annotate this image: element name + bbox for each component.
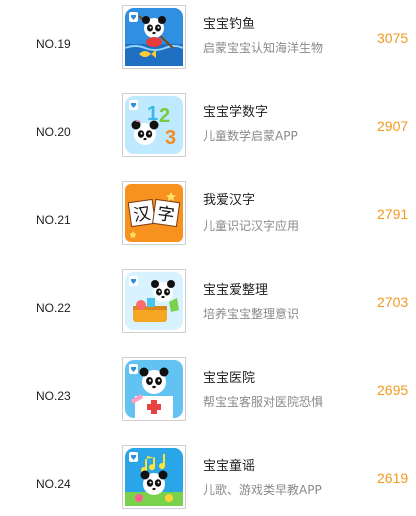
score-value: 2703: [377, 294, 409, 310]
app-title[interactable]: 宝宝医院: [203, 367, 255, 386]
app-ranking-list: NO.19 宝宝钓鱼 启蒙宝宝认知海洋生物 3075 NO.20 1 2 3 宝…: [0, 0, 416, 516]
rank-label: NO.19: [36, 37, 71, 51]
rank-label: NO.21: [36, 213, 71, 227]
list-item[interactable]: NO.23 宝宝医院 帮宝宝客服对医院恐惧 2695: [0, 352, 416, 440]
icon-character-2: 字: [156, 204, 176, 226]
list-item[interactable]: NO.22 宝宝爱整理 培养宝宝整理意识 2703: [0, 264, 416, 352]
list-item[interactable]: NO.21 汉 字 我爱汉字 儿童识记汉字应用 2791: [0, 176, 416, 264]
rank-label: NO.23: [36, 389, 71, 403]
rank-label: NO.24: [36, 477, 71, 491]
panda-hospital-icon[interactable]: [122, 357, 186, 421]
panda-numbers-icon[interactable]: 1 2 3: [122, 93, 186, 157]
app-title[interactable]: 宝宝爱整理: [203, 279, 268, 298]
score-value: 2695: [377, 382, 409, 398]
app-description: 儿童识记汉字应用: [203, 219, 300, 233]
score-value: 2907: [377, 118, 409, 134]
score-value: 2791: [377, 206, 409, 222]
panda-music-icon[interactable]: [122, 445, 186, 509]
app-description: 启蒙宝宝认知海洋生物: [203, 41, 324, 55]
panda-fishing-icon[interactable]: [122, 5, 186, 69]
svg-text:2: 2: [159, 105, 170, 127]
list-item[interactable]: NO.24 宝宝童谣 儿歌、游戏类早教APP 2619: [0, 440, 416, 516]
chinese-characters-icon[interactable]: 汉 字: [122, 181, 186, 245]
app-title[interactable]: 宝宝钓鱼: [203, 13, 255, 32]
app-title[interactable]: 宝宝学数字: [203, 101, 268, 120]
panda-tidying-icon[interactable]: [122, 269, 186, 333]
svg-text:3: 3: [165, 127, 176, 149]
score-value: 3075: [377, 30, 409, 46]
app-description: 儿童数学启蒙APP: [203, 129, 298, 143]
app-title[interactable]: 宝宝童谣: [203, 455, 255, 474]
app-title[interactable]: 我爱汉字: [203, 189, 255, 208]
list-item[interactable]: NO.20 1 2 3 宝宝学数字 儿童数学启蒙APP 2907: [0, 88, 416, 176]
app-description: 培养宝宝整理意识: [203, 307, 300, 321]
app-description: 儿歌、游戏类早教APP: [203, 483, 322, 497]
rank-label: NO.20: [36, 125, 71, 139]
rank-label: NO.22: [36, 301, 71, 315]
score-value: 2619: [377, 470, 409, 486]
app-description: 帮宝宝客服对医院恐惧: [203, 395, 324, 409]
list-item[interactable]: NO.19 宝宝钓鱼 启蒙宝宝认知海洋生物 3075: [0, 0, 416, 88]
icon-character-1: 汉: [132, 204, 152, 226]
